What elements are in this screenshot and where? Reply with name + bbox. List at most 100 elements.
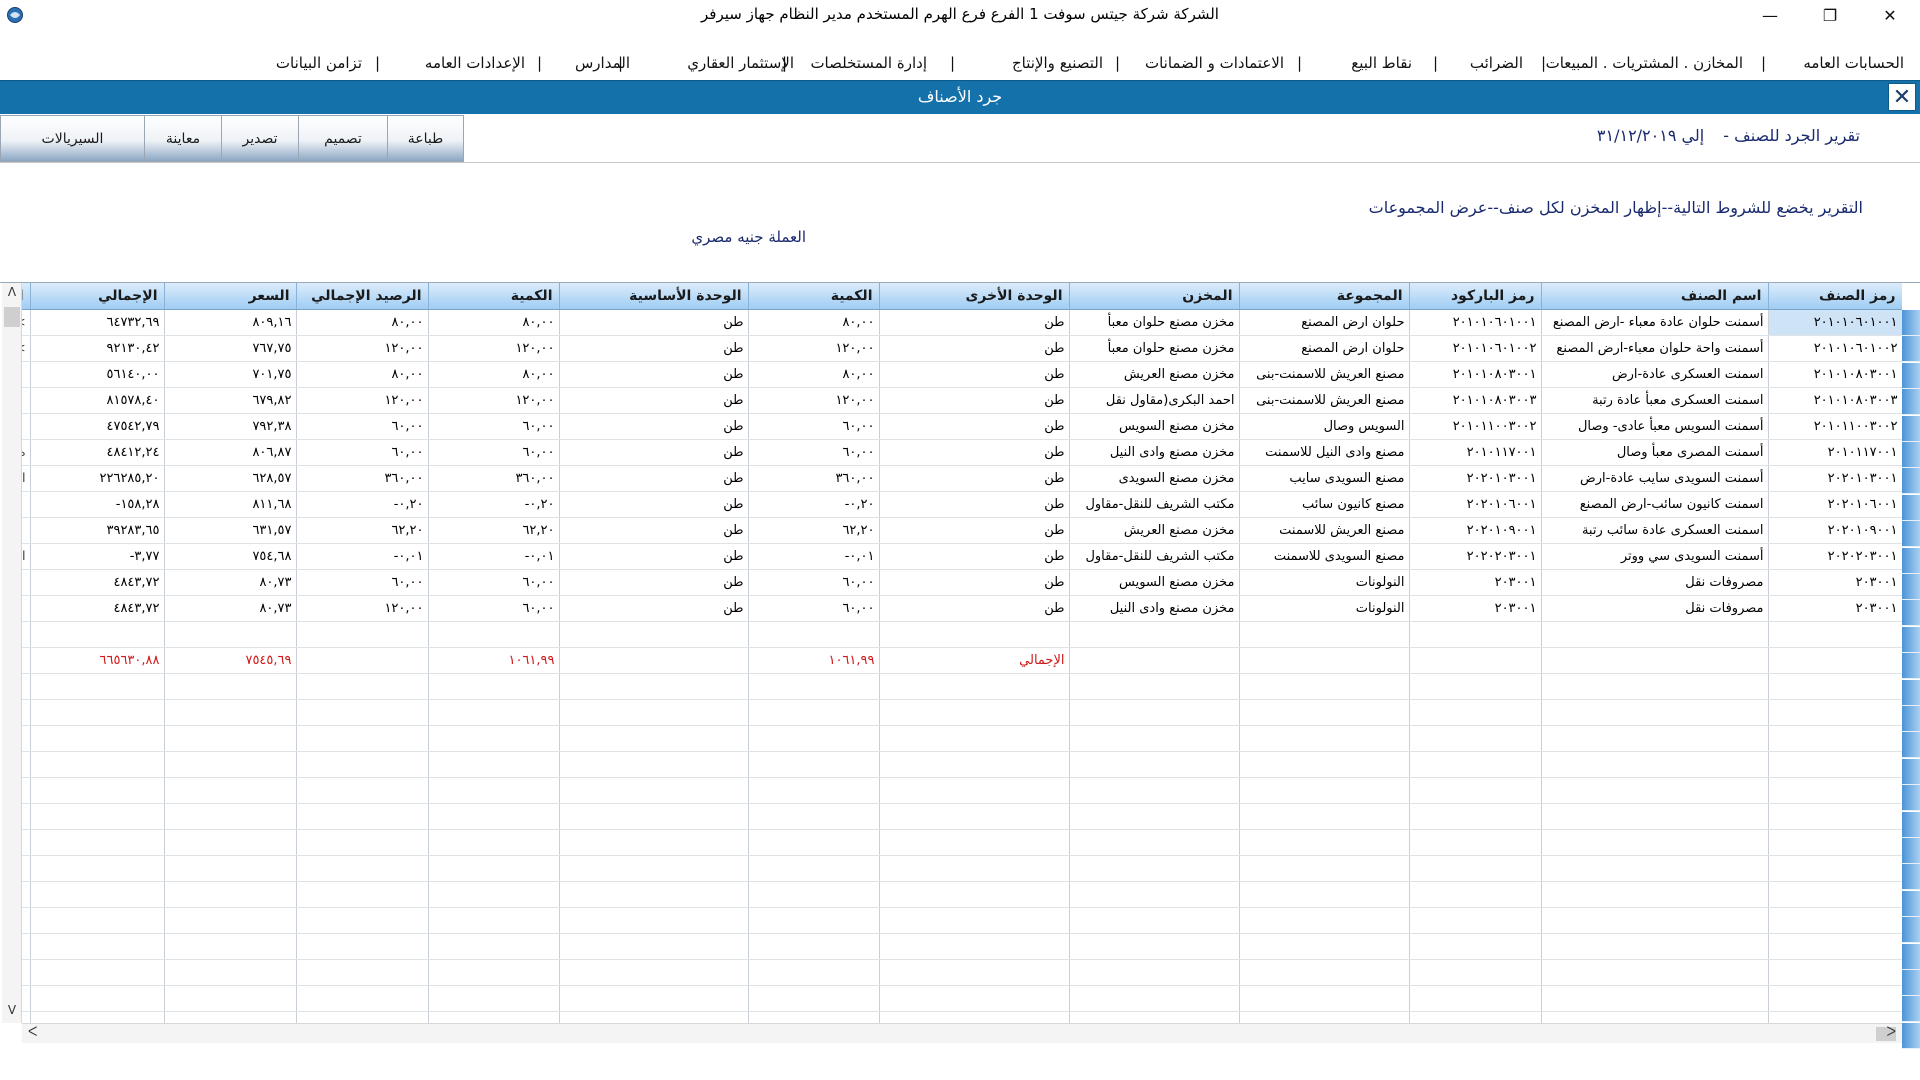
table-cell[interactable]: ٤٨٤٣,٧٢ [30,595,165,622]
table-cell[interactable] [1768,699,1902,726]
table-cell[interactable]: حلوان ارض المصنع [1239,309,1410,336]
table-cell[interactable]: ٦٤٧٣٢,٦٩ [30,309,165,336]
table-cell[interactable]: طن [559,361,749,388]
table-cell[interactable] [164,933,297,960]
table-cell[interactable] [296,907,429,934]
table-cell[interactable] [1409,751,1542,778]
design-button[interactable]: تصميم [298,115,388,162]
table-cell[interactable] [428,907,560,934]
column-header[interactable]: الكمية [748,283,880,310]
table-cell[interactable]: مخزن مصنع وادى النيل [1069,595,1240,622]
column-header[interactable]: الوحدة الأساسية [559,283,749,310]
table-cell[interactable] [879,829,1070,856]
table-cell[interactable]: طن [559,309,749,336]
table-cell[interactable] [30,881,165,908]
table-cell[interactable] [296,621,429,648]
export-button[interactable]: تصدير [221,115,299,162]
table-cell[interactable]: طن [879,387,1070,414]
table-row[interactable] [22,751,1902,778]
column-header[interactable]: رمز الباركود [1409,283,1542,310]
table-cell[interactable] [1541,959,1769,986]
table-cell[interactable] [296,855,429,882]
table-cell[interactable]: طن [879,465,1070,492]
table-cell[interactable] [879,621,1070,648]
table-row[interactable] [22,621,1902,648]
table-cell[interactable] [296,725,429,752]
table-cell[interactable]: ١٢٠,٠٠ [296,595,429,622]
table-row[interactable]: ٢٠١٠١١٧٠٠١ أسمنت المصرى معبأ وصال ٢٠١٠١١٧٠… [22,439,1902,466]
row-selector[interactable] [1902,970,1920,996]
restore-icon[interactable]: ❐ [1800,0,1860,30]
table-cell[interactable] [559,777,749,804]
table-row[interactable] [22,881,1902,908]
table-cell[interactable]: مصنع العريش للاسمنت-بنى [1239,387,1410,414]
table-cell[interactable] [1541,673,1769,700]
table-cell[interactable]: ١٢٠,٠٠ [748,335,880,362]
table-cell[interactable] [428,621,560,648]
table-cell[interactable]: ٢٠٣٠٠١ [1768,595,1902,622]
table-cell[interactable]: ٢٠٣٠٠١ [1409,595,1542,622]
table-cell[interactable] [748,725,880,752]
table-cell[interactable]: مصروفات نقل [1541,569,1769,596]
table-cell[interactable] [428,881,560,908]
table-cell[interactable]: ٨٠,٧٣ [164,595,297,622]
row-selector[interactable] [1902,943,1920,970]
table-cell[interactable]: مصروفات نقل [1541,595,1769,622]
table-cell[interactable]: اسمنت العسكرى معبأ عادة رتبة [1541,387,1769,414]
table-cell[interactable] [559,673,749,700]
table-row[interactable] [22,933,1902,960]
table-cell[interactable]: حلوان ارض المصنع [1239,335,1410,362]
table-cell[interactable] [1069,1011,1240,1023]
table-cell[interactable] [1768,907,1902,934]
table-cell[interactable]: > [22,335,31,362]
table-cell[interactable] [428,673,560,700]
table-cell[interactable] [164,985,297,1012]
table-cell[interactable] [559,725,749,752]
table-cell[interactable] [748,907,880,934]
table-row[interactable] [22,959,1902,986]
table-row[interactable] [22,985,1902,1012]
table-cell[interactable] [22,855,31,882]
table-cell[interactable]: ٢٠١٠١٠٦٠١٠٠٢ [1409,335,1542,362]
column-header[interactable]: اسم الصنف [1541,283,1769,310]
scroll-left-icon[interactable]: ᐸ [28,1025,37,1040]
row-selector[interactable] [1902,521,1920,548]
table-row[interactable] [22,829,1902,856]
table-cell[interactable]: ٢٠١٠١٠٦٠١٠٠٢ [1768,335,1902,362]
table-cell[interactable]: طن [879,361,1070,388]
table-cell[interactable]: ٠,٠١- [296,543,429,570]
table-cell[interactable] [30,673,165,700]
table-cell[interactable]: طن [879,491,1070,518]
table-cell[interactable]: ٦٢,٢٠ [296,517,429,544]
table-cell[interactable]: ٣٩٢٨٣,٦٥ [30,517,165,544]
row-selector[interactable] [1902,389,1920,416]
table-cell[interactable]: ١٢٠,٠٠ [428,335,560,362]
table-cell[interactable] [1239,803,1410,830]
table-row[interactable] [22,1011,1902,1023]
table-row[interactable]: ٢٠٢٠٢٠٣٠٠١ أسمنت السويدى سي ووتر ٢٠٢٠٢٠٣٠٠… [22,543,1902,570]
table-cell[interactable] [1768,751,1902,778]
table-cell[interactable] [879,803,1070,830]
table-cell[interactable]: ٠,٢٠- [748,491,880,518]
table-cell[interactable] [748,777,880,804]
row-selector[interactable] [1902,996,1920,1023]
row-selector[interactable] [1902,336,1920,363]
table-cell[interactable]: مخزن مصنع وادى النيل [1069,439,1240,466]
table-cell[interactable]: طن [559,543,749,570]
row-selector[interactable] [1902,890,1920,917]
table-cell[interactable] [22,361,31,388]
menu-credits-guarantees[interactable]: الاعتمادات و الضمانات [1145,54,1284,72]
table-cell[interactable] [559,985,749,1012]
menu-schools-item[interactable]: المدارس [575,54,630,72]
table-cell[interactable] [1239,699,1410,726]
table-cell[interactable] [879,1011,1070,1023]
table-cell[interactable]: ٢٠٢٠١٠٦٠٠١ [1768,491,1902,518]
table-cell[interactable] [1541,751,1769,778]
table-cell[interactable] [1409,699,1542,726]
table-cell[interactable] [164,959,297,986]
column-header[interactable]: السعر [164,283,297,310]
scroll-thumb[interactable] [4,307,20,327]
table-cell[interactable]: طن [559,491,749,518]
row-selector[interactable] [1902,600,1920,627]
table-row[interactable] [22,855,1902,882]
